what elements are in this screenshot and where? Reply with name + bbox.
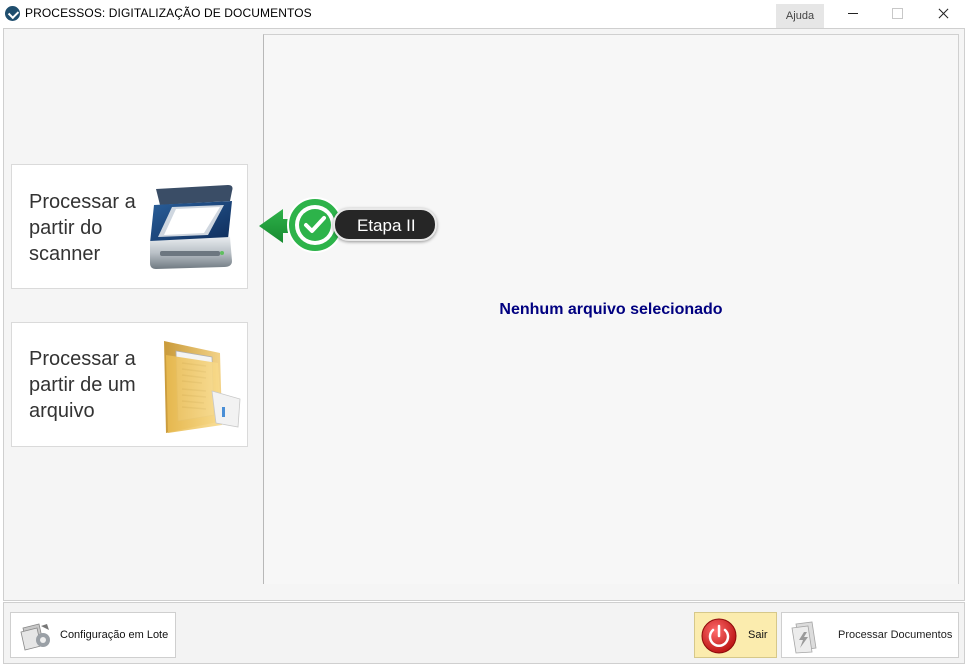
scanner-option-label: Processar a partir do scanner: [29, 191, 136, 265]
power-icon: [701, 618, 737, 654]
empty-preview-message: Nenhum arquivo selecionado: [499, 301, 723, 318]
footer-toolbar: Configuração em Lote Sair Processar Docu…: [3, 602, 965, 664]
main-panel: Processar a partir do scanner Processar …: [3, 28, 965, 601]
batch-config-button[interactable]: Configuração em Lote: [10, 612, 176, 658]
batch-config-icon: [20, 623, 50, 651]
step-indicator: Etapa II: [257, 193, 437, 257]
help-button[interactable]: Ajuda: [776, 4, 824, 28]
minimize-icon[interactable]: [830, 0, 876, 28]
maximize-icon[interactable]: [874, 0, 920, 28]
step-label: Etapa II: [357, 216, 416, 235]
process-from-scanner-button[interactable]: Processar a partir do scanner: [11, 164, 248, 289]
exit-label: Sair: [748, 629, 768, 641]
process-documents-icon: [791, 621, 817, 654]
app-logo-icon: [5, 6, 20, 21]
process-from-file-button[interactable]: Processar a partir de um arquivo: [11, 322, 248, 447]
process-documents-label: Processar Documentos: [838, 629, 953, 641]
title-bar: PROCESSOS: DIGITALIZAÇÃO DE DOCUMENTOS A…: [0, 0, 967, 28]
file-option-label: Processar a partir de um arquivo: [29, 348, 136, 422]
exit-button[interactable]: Sair: [694, 612, 777, 658]
process-documents-button[interactable]: Processar Documentos: [781, 612, 959, 658]
close-icon[interactable]: [920, 0, 966, 28]
folder-icon: [164, 341, 241, 433]
scanner-icon: [150, 185, 233, 269]
window-title: PROCESSOS: DIGITALIZAÇÃO DE DOCUMENTOS: [25, 6, 312, 20]
batch-config-label: Configuração em Lote: [60, 629, 169, 641]
document-preview-area: Nenhum arquivo selecionado: [263, 34, 959, 584]
